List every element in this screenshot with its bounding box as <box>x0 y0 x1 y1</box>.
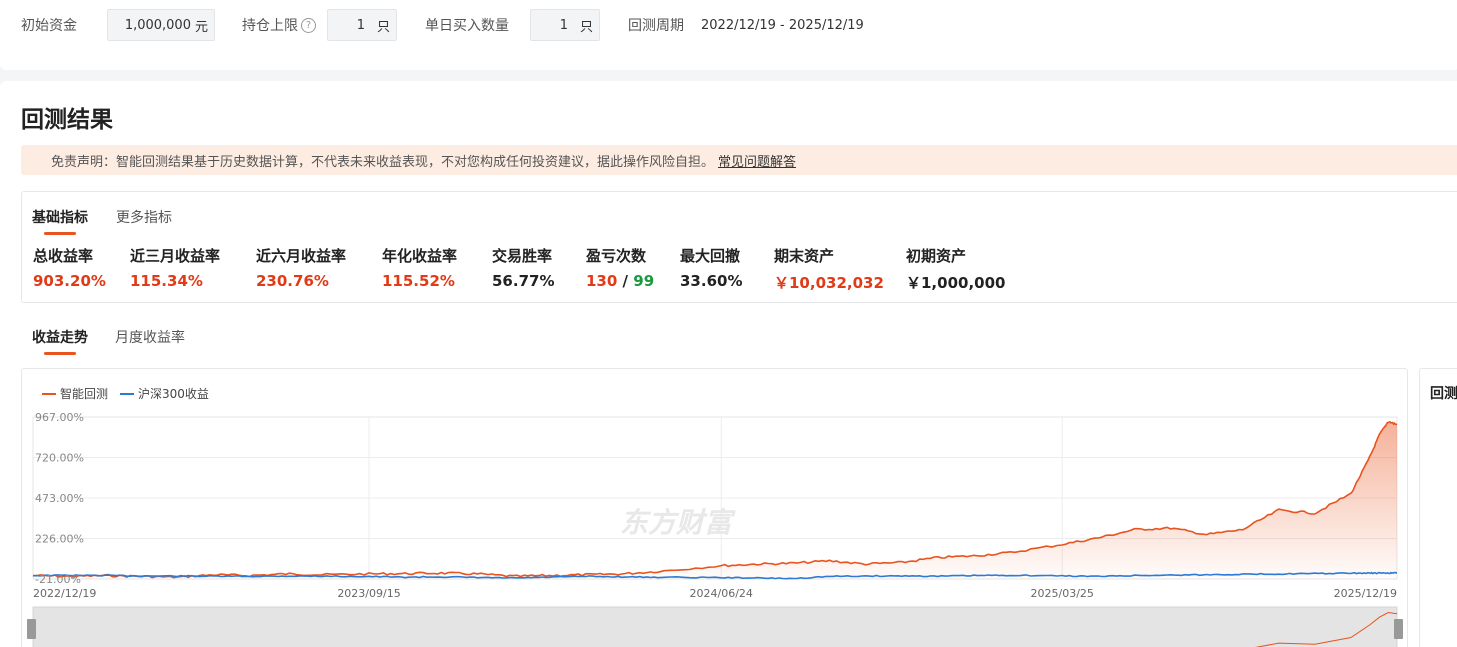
backtest-period-value[interactable]: 2022/12/19 - 2025/12/19 <box>701 18 864 33</box>
initial-capital-param: 初始资金 1,000,000 元 <box>21 9 215 41</box>
position-limit-unit: 只 <box>376 19 390 35</box>
count-separator: / <box>622 272 629 290</box>
faq-link[interactable]: 常见问题解答 <box>718 151 796 170</box>
side-panel: 回测 <box>1419 368 1457 647</box>
question-circle-icon[interactable]: ? <box>301 17 316 33</box>
position-limit-value: 1 <box>356 17 365 33</box>
metric-label: 近三月收益率 <box>130 247 221 265</box>
backtest-result-card: 回测结果 免责声明：智能回测结果基于历史数据计算，不代表未来收益表现，不对您构成… <box>0 81 1457 647</box>
metric-label: 最大回撤 <box>680 247 741 265</box>
metric-label: 近六月收益率 <box>256 247 347 265</box>
disclaimer-banner: 免责声明：智能回测结果基于历史数据计算，不代表未来收益表现，不对您构成任何投资建… <box>21 145 1457 175</box>
metric-label: 年化收益率 <box>382 247 458 265</box>
x-tick-label: 2025/12/19 <box>1334 587 1397 600</box>
daily-buy-input[interactable]: 1 只 <box>530 9 600 41</box>
metric-value: ￥10,032,032 <box>774 274 884 292</box>
loss-count: 99 <box>633 272 655 290</box>
metric-profit-loss-count: 盈亏次数 130 / 99 <box>586 245 654 290</box>
zoom-slider-track <box>32 606 1398 647</box>
initial-capital-unit: 元 <box>194 19 208 35</box>
metric-value: 33.60% <box>680 272 743 290</box>
metrics-panel: 基础指标 更多指标 总收益率 903.20% 近三月收益率 115.34% 近六… <box>21 191 1457 303</box>
watermark-logo: 东方财富 <box>620 506 736 539</box>
return-chart-card: 智能回测 沪深300收益 东方财富 -21.00% 226.00% 473.00% 7… <box>21 368 1408 647</box>
y-tick-label: 473.00% <box>35 492 84 505</box>
strategy-area <box>33 421 1397 579</box>
tab-basic-metrics[interactable]: 基础指标 <box>32 207 88 235</box>
page-title: 回测结果 <box>21 107 113 133</box>
disclaimer-text: 免责声明：智能回测结果基于历史数据计算，不代表未来收益表现，不对您构成任何投资建… <box>51 154 715 170</box>
metric-label: 交易胜率 <box>492 247 553 265</box>
metric-value: 56.77% <box>492 272 555 290</box>
backtest-period-param: 回测周期 2022/12/19 - 2025/12/19 <box>628 9 864 41</box>
position-limit-label: 持仓上限 <box>242 18 298 34</box>
tab-more-metrics[interactable]: 更多指标 <box>116 207 172 227</box>
metric-initial-asset: 初期资产 ￥1,000,000 <box>906 245 1005 293</box>
side-panel-title: 回测 <box>1430 386 1457 402</box>
initial-capital-label: 初始资金 <box>21 18 77 34</box>
daily-buy-label: 单日买入数量 <box>425 18 509 34</box>
metric-label: 总收益率 <box>33 247 94 265</box>
metric-label: 期末资产 <box>774 247 835 265</box>
metric-value: 903.20% <box>33 272 106 290</box>
tab-return-trend[interactable]: 收益走势 <box>32 327 88 355</box>
daily-buy-value: 1 <box>559 17 568 33</box>
metric-return-3m: 近三月收益率 115.34% <box>130 245 220 290</box>
zoom-handle-left[interactable] <box>27 619 36 639</box>
metric-win-rate: 交易胜率 56.77% <box>492 245 554 290</box>
y-tick-label: 967.00% <box>35 411 84 424</box>
daily-buy-param: 单日买入数量 1 只 <box>425 9 600 41</box>
x-tick-label: 2023/09/15 <box>337 587 400 600</box>
position-limit-param: 持仓上限 ? 1 只 <box>242 9 397 41</box>
metric-label: 盈亏次数 <box>586 247 647 265</box>
metric-value: 115.34% <box>130 272 203 290</box>
metric-label: 初期资产 <box>906 247 967 265</box>
metric-value: 115.52% <box>382 272 455 290</box>
metric-final-asset: 期末资产 ￥10,032,032 <box>774 245 884 293</box>
daily-buy-unit: 只 <box>579 19 593 35</box>
initial-capital-input[interactable]: 1,000,000 元 <box>107 9 215 41</box>
metric-return-6m: 近六月收益率 230.76% <box>256 245 346 290</box>
y-tick-label: 226.00% <box>35 533 84 546</box>
initial-capital-value: 1,000,000 <box>124 17 191 33</box>
x-tick-label: 2024/06/24 <box>690 587 753 600</box>
y-tick-label: 720.00% <box>35 452 84 465</box>
param-bar: 初始资金 1,000,000 元 持仓上限 ? 1 只 单日买入数量 1 只 回… <box>0 0 1457 70</box>
x-tick-label: 2025/03/25 <box>1031 587 1094 600</box>
x-tick-label: 2022/12/19 <box>33 587 96 600</box>
metric-max-drawdown: 最大回撤 33.60% <box>680 245 742 290</box>
y-tick-label: -21.00% <box>35 573 81 586</box>
metric-value: 230.76% <box>256 272 329 290</box>
profit-count: 130 <box>586 272 618 290</box>
metric-annual-return: 年化收益率 115.52% <box>382 245 457 290</box>
backtest-period-label: 回测周期 <box>628 18 684 34</box>
zoom-handle-right[interactable] <box>1394 619 1403 639</box>
return-chart[interactable]: 东方财富 -21.00% 226.00% 473.00% 720.00% 967.00%… <box>22 369 1409 647</box>
metric-value: ￥1,000,000 <box>906 274 1006 292</box>
tab-monthly-return[interactable]: 月度收益率 <box>115 327 185 347</box>
metric-total-return: 总收益率 903.20% <box>33 245 106 290</box>
position-limit-input[interactable]: 1 只 <box>327 9 397 41</box>
